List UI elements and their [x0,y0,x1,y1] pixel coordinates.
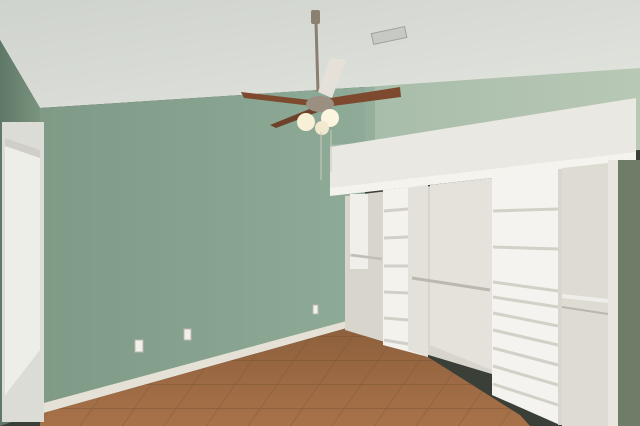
shelving-tower-2 [492,169,562,425]
outlet [312,304,319,315]
room-photo [0,0,640,426]
outlet [183,328,192,341]
shelving-right [562,163,608,426]
window-blind [5,138,40,395]
outlet [134,339,144,353]
door-trim [608,160,618,426]
shelving-tower-1 [383,185,428,357]
